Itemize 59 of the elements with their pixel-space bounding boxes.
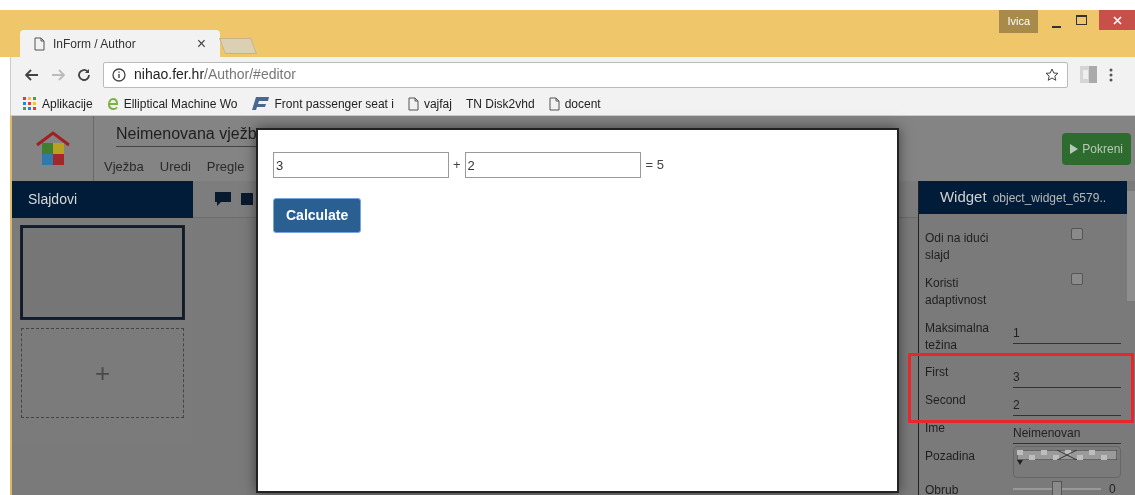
- new-tab-button[interactable]: [219, 38, 257, 54]
- plus-sign: +: [453, 156, 461, 175]
- bookmark[interactable]: Aplikacije: [19, 94, 97, 113]
- checkbox[interactable]: [1071, 228, 1083, 241]
- speech-bubble-icon[interactable]: [215, 192, 231, 206]
- input-field[interactable]: 3: [273, 152, 449, 178]
- maximize-icon[interactable]: [1076, 15, 1087, 25]
- property-label: Obrub: [925, 482, 960, 495]
- close-tab-button[interactable]: ×: [196, 31, 206, 56]
- star-icon[interactable]: [1045, 67, 1059, 82]
- input-field[interactable]: 2: [464, 152, 641, 178]
- play-icon: [1070, 143, 1079, 154]
- property-label: Maksimalna težina: [925, 320, 991, 355]
- value-field[interactable]: Neimenovan: [1013, 424, 1121, 445]
- address-bar[interactable]: nihao.fer.hr/Author/#editor: [103, 61, 1068, 88]
- page-icon: [407, 96, 419, 111]
- calculate-button[interactable]: Calculate: [273, 198, 362, 233]
- panel-title: Widget: [939, 187, 987, 208]
- slide-thumbnail[interactable]: [21, 226, 184, 319]
- page-icon: [548, 96, 560, 111]
- browser-tab[interactable]: InForm / Author ×: [20, 30, 220, 57]
- color-picker[interactable]: [1013, 446, 1121, 479]
- property-label: Ime: [925, 420, 946, 438]
- info-icon: [112, 67, 126, 82]
- menu-item[interactable]: Uredi: [159, 157, 191, 177]
- e-logo-icon: [106, 96, 119, 111]
- bookmark[interactable]: TN Disk2vhd: [461, 94, 539, 113]
- result-text: = 5: [645, 156, 665, 175]
- slider-thumb[interactable]: [1052, 481, 1062, 495]
- page-icon: [34, 36, 45, 51]
- bookmark[interactable]: Front passenger seat i: [247, 94, 398, 113]
- more-menu-icon[interactable]: [1109, 67, 1113, 82]
- close-icon: [1112, 15, 1122, 25]
- value-field[interactable]: 1: [1013, 324, 1121, 345]
- value-field[interactable]: 2: [1013, 396, 1121, 417]
- property-label: Second: [925, 392, 967, 410]
- slides-panel-header: Slajdovi: [12, 181, 193, 218]
- checkbox[interactable]: [1071, 273, 1083, 286]
- slider-reading: 0: [1109, 481, 1116, 495]
- extension-icon[interactable]: [1080, 66, 1097, 83]
- reload-icon[interactable]: [77, 67, 91, 82]
- menu-item[interactable]: Vježba: [104, 157, 144, 177]
- menu-item[interactable]: Pregle: [206, 157, 245, 177]
- bookmark[interactable]: Elliptical Machine Wo: [102, 94, 242, 113]
- property-label: Pozadina: [925, 448, 977, 466]
- transparent-swatch-icon: [1017, 450, 1117, 461]
- back-arrow-icon[interactable]: [25, 68, 39, 81]
- property-label: Koristi adaptivnost: [925, 275, 988, 310]
- run-button[interactable]: Pokreni: [1062, 132, 1131, 165]
- property-label: Odi na idući slajd: [925, 230, 990, 265]
- value-field[interactable]: 3: [1013, 368, 1121, 389]
- bookmark[interactable]: vajfaj: [403, 94, 456, 113]
- property-label: First: [925, 364, 950, 382]
- apps-grid-icon: [23, 96, 37, 111]
- widget-id: object_widget_6579..: [992, 189, 1107, 207]
- slanted-logo-icon: [251, 97, 270, 110]
- bookmark[interactable]: docent: [544, 94, 605, 113]
- dropdown-arrow-icon: [1017, 460, 1023, 466]
- close-window-button[interactable]: [1099, 10, 1135, 30]
